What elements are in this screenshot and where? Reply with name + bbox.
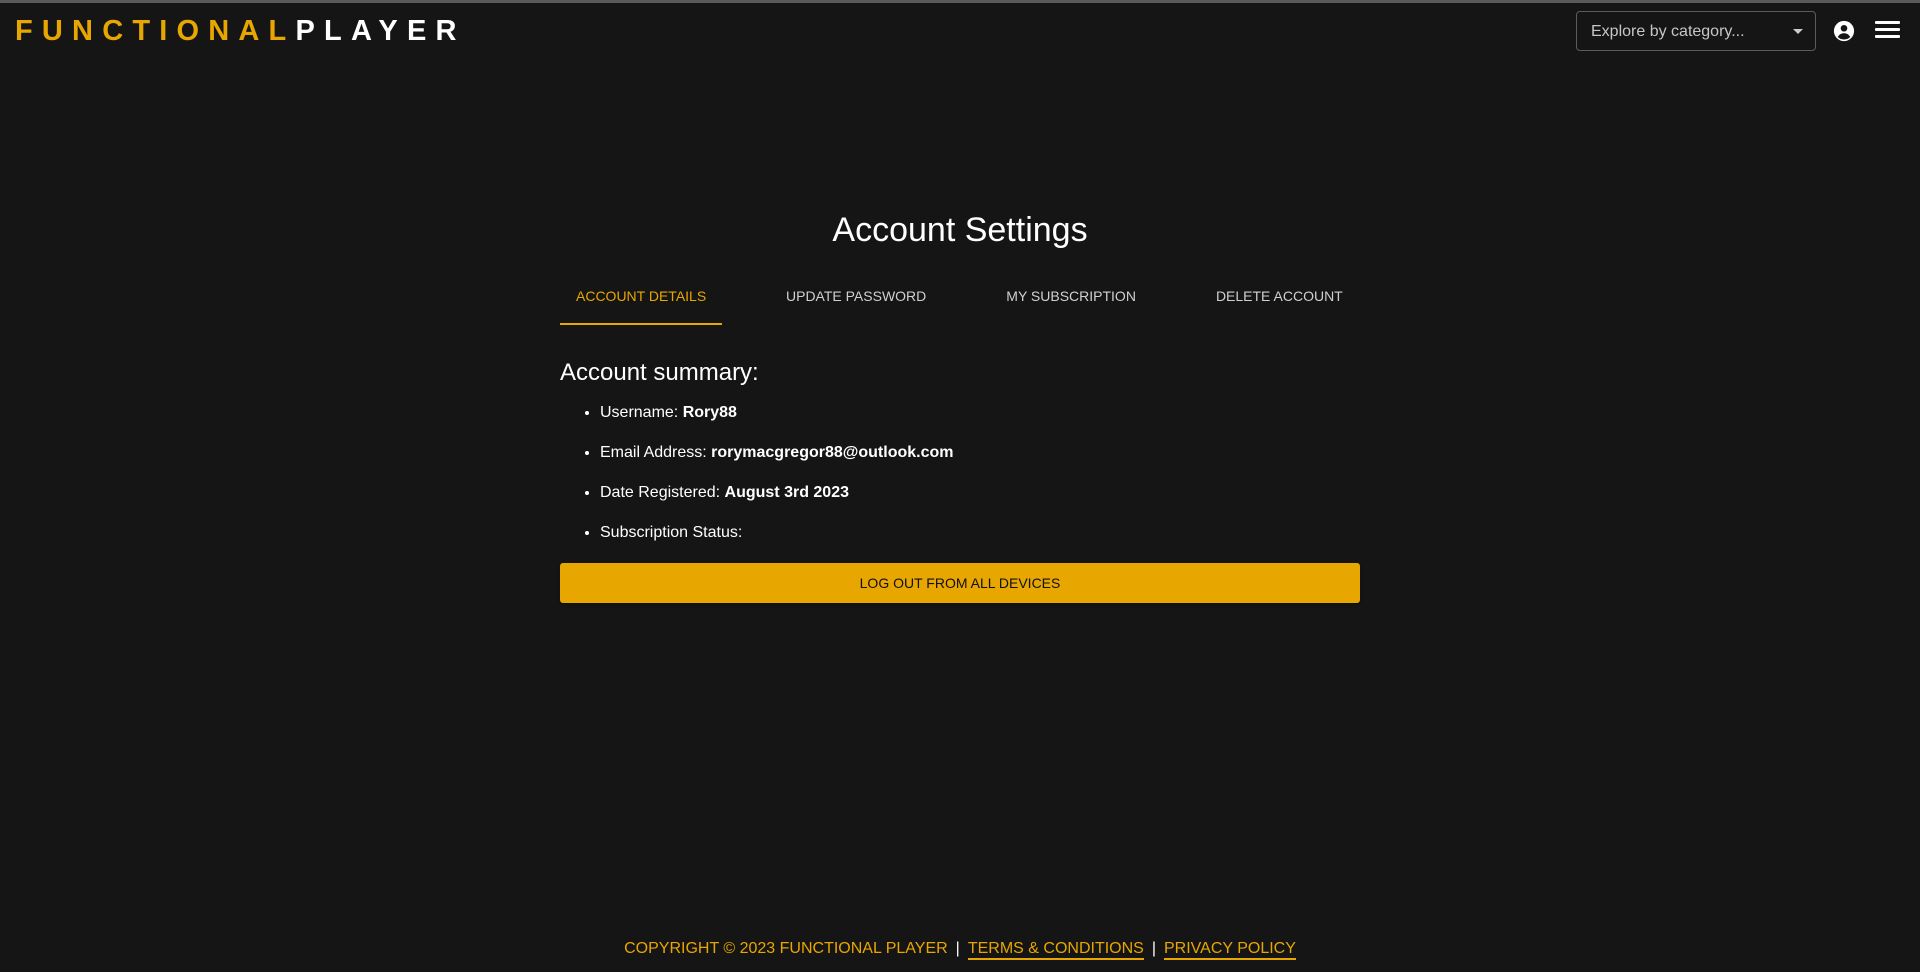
logo-text-functional: FUNCTIONAL (15, 15, 296, 47)
tab-delete-account[interactable]: DELETE ACCOUNT (1200, 282, 1359, 325)
summary-subscription-status: Subscription Status: (600, 523, 1360, 543)
chevron-down-icon (1793, 29, 1803, 34)
menu-bar-top (1875, 21, 1900, 24)
account-button[interactable] (1833, 20, 1855, 42)
account-summary-heading: Account summary: (560, 359, 759, 386)
logout-all-devices-button[interactable]: LOG OUT FROM ALL DEVICES (560, 563, 1360, 603)
terms-link[interactable]: TERMS & CONDITIONS (967, 940, 1144, 960)
footer-separator: | (955, 940, 960, 957)
logo-text-player: PLAYER (295, 15, 466, 47)
page-title: Account Settings (832, 211, 1088, 249)
category-select-placeholder: Explore by category... (1591, 23, 1745, 40)
summary-username: Username: Rory88 (600, 403, 1360, 423)
tab-account-details[interactable]: ACCOUNT DETAILS (560, 282, 722, 325)
menu-bar-bottom (1875, 35, 1900, 38)
summary-email-value: rorymacgregor88@outlook.com (711, 444, 954, 461)
summary-date-label: Date Registered: (600, 484, 725, 501)
menu-bar-middle (1875, 28, 1900, 31)
footer-separator: | (1151, 940, 1156, 957)
site-logo[interactable]: FUNCTIONALPLAYER (15, 15, 466, 47)
summary-date-registered: Date Registered: August 3rd 2023 (600, 483, 1360, 503)
account-circle-icon (1833, 20, 1855, 42)
footer-copyright: COPYRIGHT © 2023 FUNCTIONAL PLAYER (624, 940, 948, 957)
top-bar: FUNCTIONALPLAYER Explore by category... (0, 3, 1920, 59)
account-summary-list: Username: Rory88 Email Address: rorymacg… (560, 403, 1360, 543)
footer: COPYRIGHT © 2023 FUNCTIONAL PLAYER | TERMS… (0, 940, 1920, 960)
summary-subscription-label: Subscription Status: (600, 524, 743, 541)
summary-date-value: August 3rd 2023 (724, 484, 849, 501)
privacy-link[interactable]: PRIVACY POLICY (1164, 940, 1296, 960)
hamburger-menu-icon[interactable] (1875, 21, 1901, 41)
settings-tabs: ACCOUNT DETAILS UPDATE PASSWORD MY SUBSC… (560, 282, 1360, 325)
tab-update-password[interactable]: UPDATE PASSWORD (770, 282, 942, 325)
summary-email-label: Email Address: (600, 444, 712, 461)
tab-my-subscription[interactable]: MY SUBSCRIPTION (990, 282, 1152, 325)
account-settings-panel: Account Settings ACCOUNT DETAILS UPDATE … (560, 210, 1360, 603)
summary-username-label: Username: (600, 404, 683, 421)
category-select[interactable]: Explore by category... (1576, 11, 1816, 51)
summary-username-value: Rory88 (682, 404, 737, 421)
summary-email: Email Address: rorymacgregor88@outlook.c… (600, 443, 1360, 463)
